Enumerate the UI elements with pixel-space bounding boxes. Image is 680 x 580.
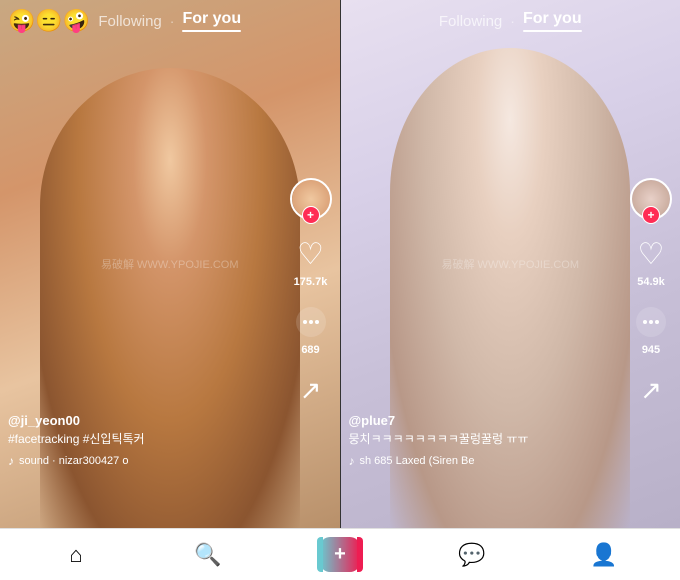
dot3 [315, 320, 319, 324]
add-icon: + [334, 543, 346, 566]
left-avatar[interactable]: + [290, 178, 332, 220]
right-nav-divider: · [510, 13, 515, 29]
nav-inbox[interactable]: 💬 [406, 542, 538, 568]
nav-search[interactable]: 🔍 [142, 542, 274, 568]
left-nav-divider: · [170, 13, 175, 29]
left-foryou-tab[interactable]: For you [182, 10, 241, 32]
right-username[interactable]: @plue7 [349, 413, 626, 428]
left-username[interactable]: @ji_yeon00 [8, 413, 285, 428]
left-share-button[interactable]: ↗ [293, 372, 329, 408]
home-icon: ⌂ [69, 542, 82, 568]
left-watermark: 易破解 WWW.YPOJIE.COM [101, 256, 239, 272]
right-video-info: @plue7 뭉치ㅋㅋㅋㅋㅋㅋㅋㅋ꿀렁꿀렁 ㅠㅠ ♪ sh 685 Laxed … [349, 413, 626, 468]
inbox-icon: 💬 [458, 542, 485, 568]
left-video-info: @ji_yeon00 #facetracking #신입틱톡커 ♪ sound … [8, 413, 285, 468]
right-like-count: 54.9k [637, 276, 665, 288]
right-follow-plus[interactable]: + [642, 206, 660, 224]
right-foryou-tab[interactable]: For you [523, 10, 582, 32]
left-action-buttons: + ♡ 175.7k 689 [290, 178, 332, 408]
left-comment-icon [293, 304, 329, 340]
bottom-navigation: ⌂ 🔍 + 💬 👤 [0, 528, 680, 580]
dot4 [643, 320, 647, 324]
right-sound-row: ♪ sh 685 Laxed (Siren Be [349, 454, 626, 468]
dot6 [655, 320, 659, 324]
right-share-button[interactable]: ↗ [633, 372, 669, 408]
videos-container: 😜😑🤪 Following · For you + ♡ [0, 0, 680, 528]
left-foryou-underline [182, 30, 241, 32]
right-following-tab[interactable]: Following [439, 13, 502, 30]
right-comment-count: 945 [642, 344, 660, 356]
left-hashtags: #facetracking #신입틱톡커 [8, 431, 285, 448]
dot1 [303, 320, 307, 324]
right-foryou-underline [523, 30, 582, 32]
right-like-button[interactable]: ♡ 54.9k [633, 236, 669, 288]
dot5 [649, 320, 653, 324]
right-music-note-icon: ♪ [349, 454, 355, 468]
right-share-icon: ↗ [633, 372, 669, 408]
nav-home[interactable]: ⌂ [10, 542, 142, 568]
left-sound-row: ♪ sound · nizar300427 o [8, 454, 285, 468]
right-video-panel: Following · For you + ♡ 54.9k [341, 0, 680, 528]
right-watermark: 易破解 WWW.YPOJIE.COM [442, 256, 580, 272]
nav-add[interactable]: + [274, 537, 406, 572]
right-comment-button[interactable]: 945 [633, 304, 669, 356]
right-comment-icon [633, 304, 669, 340]
right-top-nav: Following · For you [341, 0, 680, 42]
left-like-count: 175.7k [294, 276, 328, 288]
add-button[interactable]: + [320, 537, 360, 572]
right-description: 뭉치ㅋㅋㅋㅋㅋㅋㅋㅋ꿀렁꿀렁 ㅠㅠ [349, 431, 626, 448]
left-comment-count: 689 [301, 344, 319, 356]
left-follow-plus[interactable]: + [302, 206, 320, 224]
left-comment-dots-container [296, 307, 326, 337]
search-icon: 🔍 [194, 542, 221, 568]
right-comment-dots [643, 320, 659, 324]
left-music-note-icon: ♪ [8, 454, 14, 468]
right-action-buttons: + ♡ 54.9k 945 [630, 178, 672, 408]
nav-profile[interactable]: 👤 [538, 542, 670, 568]
right-sound-text: sh 685 Laxed (Siren Be [360, 455, 475, 467]
left-top-nav: Following · For you [0, 0, 340, 42]
dot2 [309, 320, 313, 324]
left-sound-text: sound · nizar300427 o [19, 455, 128, 467]
right-avatar[interactable]: + [630, 178, 672, 220]
left-comment-dots [303, 320, 319, 324]
left-video-panel: 😜😑🤪 Following · For you + ♡ [0, 0, 341, 528]
profile-icon: 👤 [590, 542, 617, 568]
left-heart-icon: ♡ [293, 236, 329, 272]
left-comment-button[interactable]: 689 [293, 304, 329, 356]
left-following-tab[interactable]: Following [98, 13, 161, 30]
right-heart-icon: ♡ [633, 236, 669, 272]
left-share-icon: ↗ [293, 372, 329, 408]
right-comment-dots-container [636, 307, 666, 337]
left-like-button[interactable]: ♡ 175.7k [293, 236, 329, 288]
